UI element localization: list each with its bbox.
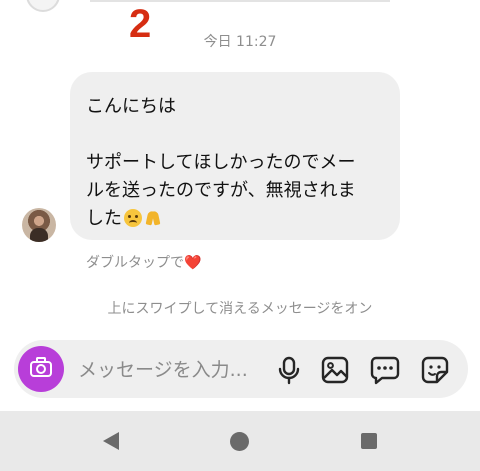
- double-tap-hint: ダブルタップで❤️: [86, 252, 201, 272]
- sticker-icon[interactable]: [420, 355, 450, 385]
- home-icon[interactable]: [230, 432, 249, 451]
- chat-bubble-icon[interactable]: [370, 355, 400, 385]
- vanish-mode-text: 上にスワイプして消えるメッセージをオン: [107, 301, 373, 317]
- message-line: ルを送ったのですが、無視されま: [86, 180, 356, 201]
- microphone-icon[interactable]: [274, 355, 304, 385]
- crying-face-icon: [124, 209, 142, 227]
- message-bubble[interactable]: こんにちは サポートしてほしかったのでメー ルを送ったのですが、無視されま した: [70, 72, 400, 240]
- double-tap-text: ダブルタップで: [86, 255, 184, 271]
- previous-avatar-edge: [26, 0, 60, 12]
- heart-icon: ❤️: [184, 255, 202, 271]
- message-line: こんにちは: [86, 96, 176, 117]
- system-navigation-bar: [0, 411, 480, 471]
- vanish-mode-hint[interactable]: 上にスワイプして消えるメッセージをオン: [0, 298, 480, 318]
- message-line: した: [86, 208, 122, 229]
- message-input[interactable]: [76, 340, 270, 400]
- gallery-icon[interactable]: [320, 355, 350, 385]
- recent-apps-icon[interactable]: [361, 433, 377, 449]
- folded-hands-icon: [144, 209, 162, 227]
- camera-button[interactable]: [18, 346, 64, 392]
- incoming-message-row: こんにちは サポートしてほしかったのでメー ルを送ったのですが、無視されま した: [0, 72, 480, 252]
- back-icon[interactable]: [101, 431, 121, 451]
- message-last-line: した: [86, 204, 162, 230]
- message-line: サポートしてほしかったのでメー: [86, 152, 356, 173]
- message-timestamp: 今日 11:27: [0, 31, 480, 51]
- timestamp-text: 今日 11:27: [203, 34, 277, 50]
- sender-avatar[interactable]: [22, 208, 56, 242]
- message-composer: [14, 340, 468, 400]
